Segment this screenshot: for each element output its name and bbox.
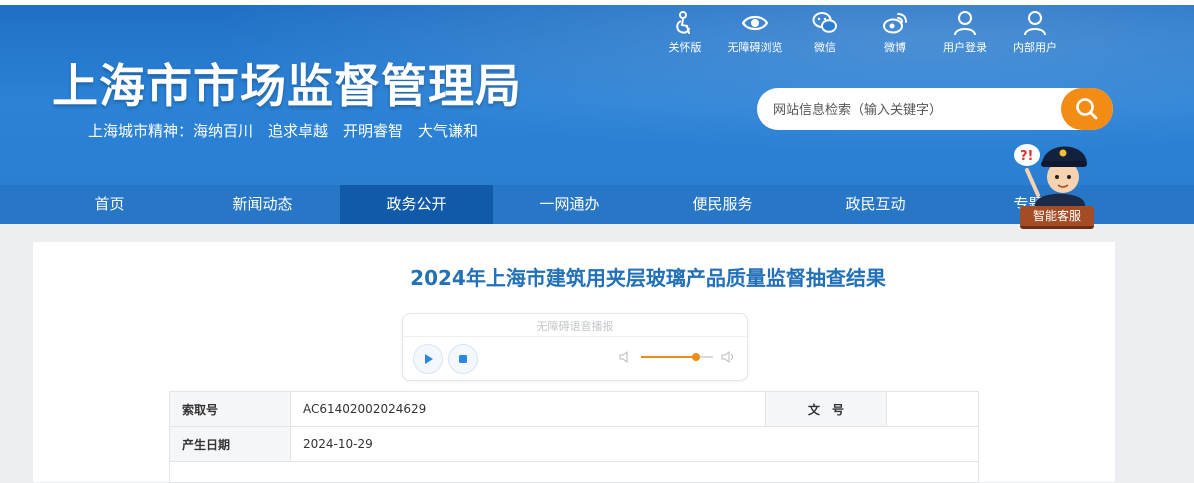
volume-fill	[641, 356, 697, 358]
weibo-label: 微博	[884, 41, 906, 54]
care-mode-label: 关怀版	[668, 41, 702, 54]
document-meta-table: 索取号 AC61402002024629 文 号 产生日期 2024-10-29	[169, 391, 979, 483]
nav-item-home[interactable]: 首页	[33, 185, 186, 224]
eye-icon	[742, 15, 768, 31]
nav-item-gov-affairs[interactable]: 政务公开	[340, 185, 493, 224]
weibo-button[interactable]: 微博	[860, 10, 930, 55]
wechat-button[interactable]: 微信	[790, 10, 860, 55]
play-button[interactable]	[413, 344, 443, 374]
date-value: 2024-10-29	[290, 426, 979, 462]
care-mode-icon	[676, 11, 690, 34]
docno-label: 文 号	[765, 391, 887, 427]
player-caption: 无障碍语音播报	[536, 320, 614, 333]
docno-value	[886, 391, 979, 427]
table-row-partial	[169, 461, 979, 483]
site-title[interactable]: 上海市市场监督管理局	[52, 50, 522, 116]
internal-user-label: 内部用户	[1013, 41, 1057, 54]
wechat-icon	[812, 12, 837, 33]
search-icon	[1076, 98, 1098, 120]
user-icon	[954, 11, 976, 36]
accessibility-label: 无障碍浏览	[727, 41, 783, 54]
city-slogan: 上海城市精神：海纳百川 追求卓越 开明睿智 大气谦和	[88, 122, 479, 140]
svg-text:?!: ?!	[1020, 149, 1033, 164]
user-login-label: 用户登录	[943, 41, 987, 54]
search-box	[757, 88, 1113, 130]
user-login-button[interactable]: 用户登录	[930, 10, 1000, 55]
stop-icon	[459, 355, 467, 363]
player-divider	[403, 336, 747, 337]
nav-item-online-service[interactable]: 一网通办	[493, 185, 646, 224]
table-row: 产生日期 2024-10-29	[169, 426, 979, 462]
stop-button[interactable]	[448, 344, 478, 374]
top-border	[0, 0, 1194, 5]
index-value: AC61402002024629	[290, 391, 766, 427]
user-icon	[1024, 11, 1046, 36]
voice-player: 无障碍语音播报	[402, 313, 748, 381]
volume-low-icon[interactable]	[619, 350, 631, 364]
weibo-icon	[883, 13, 907, 34]
care-mode-button[interactable]: 关怀版	[650, 10, 720, 55]
search-input[interactable]	[771, 98, 1055, 122]
nav-item-news[interactable]: 新闻动态	[186, 185, 339, 224]
volume-high-icon[interactable]	[721, 350, 737, 364]
wechat-label: 微信	[814, 41, 836, 54]
date-label: 产生日期	[169, 426, 291, 462]
search-button[interactable]	[1061, 88, 1113, 130]
accessibility-button[interactable]: 无障碍浏览	[720, 10, 790, 55]
volume-knob[interactable]	[692, 353, 701, 361]
table-row	[169, 461, 979, 483]
nav-item-public-service[interactable]: 便民服务	[646, 185, 799, 224]
table-row: 索取号 AC61402002024629 文 号	[169, 391, 979, 427]
index-label: 索取号	[169, 391, 291, 427]
volume-slider[interactable]	[641, 353, 713, 361]
top-toolbar: 关怀版 无障碍浏览 微信 微博 用户登录 内部用户	[650, 10, 1070, 55]
internal-user-button[interactable]: 内部用户	[1000, 10, 1070, 55]
play-icon	[425, 354, 433, 364]
nav-item-interaction[interactable]: 政民互动	[799, 185, 952, 224]
assistant-label[interactable]: 智能客服	[1020, 206, 1094, 229]
article-title: 2024年上海市建筑用夹层玻璃产品质量监督抽查结果	[410, 266, 886, 290]
